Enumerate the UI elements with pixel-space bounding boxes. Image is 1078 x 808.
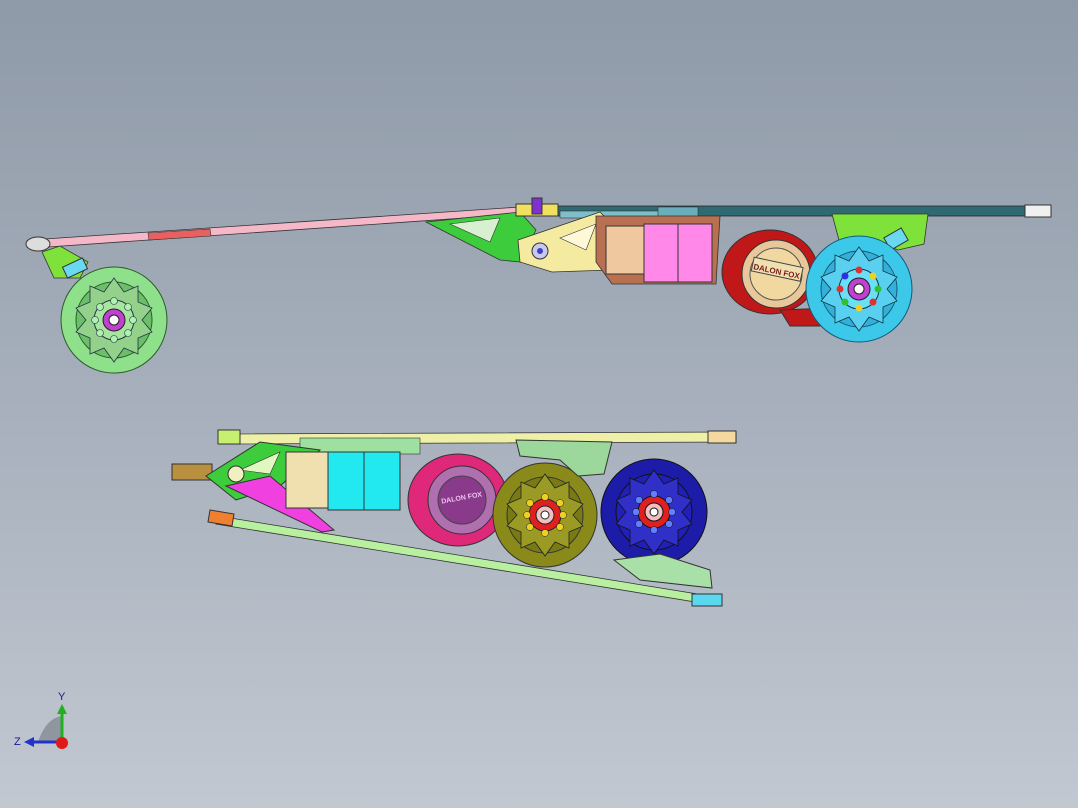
deck-end-cap [1024,204,1052,218]
rear-wheel [805,235,913,343]
folded-deck-front-cap [217,429,241,445]
triad-plane-shade [38,716,62,742]
folded-front-wheel [492,462,598,568]
cad-viewport[interactable]: DALON FOX DALON FOX Y Z [0,0,1078,808]
handle-end-cap [25,236,51,252]
controller-face [605,225,645,275]
folded-front-knob [171,463,213,481]
folded-hinge-bolt [227,465,245,483]
z-axis-label: Z [14,736,21,748]
deck-center-block [657,206,699,218]
folded-handle-tip [207,509,235,527]
y-axis-arrow [57,704,67,714]
folded-rear-wheel [600,458,708,566]
z-axis-arrow [24,737,34,747]
hinge-pin [531,197,543,215]
folded-motor: DALON FOX [407,453,509,547]
front-wheel [60,266,168,374]
folded-skateboard-model[interactable]: DALON FOX [171,429,737,607]
orientation-triad[interactable]: Y Z [14,691,68,749]
model-scene[interactable]: DALON FOX DALON FOX Y Z [0,0,1078,808]
y-axis-label: Y [58,691,66,703]
folded-handle-end [691,593,723,607]
x-axis-dot [56,737,68,749]
folded-deck-end-cap [707,430,737,444]
folded-controller [285,451,331,509]
folded-deck [221,431,737,445]
unfolded-skateboard-model[interactable]: DALON FOX [25,197,1052,374]
